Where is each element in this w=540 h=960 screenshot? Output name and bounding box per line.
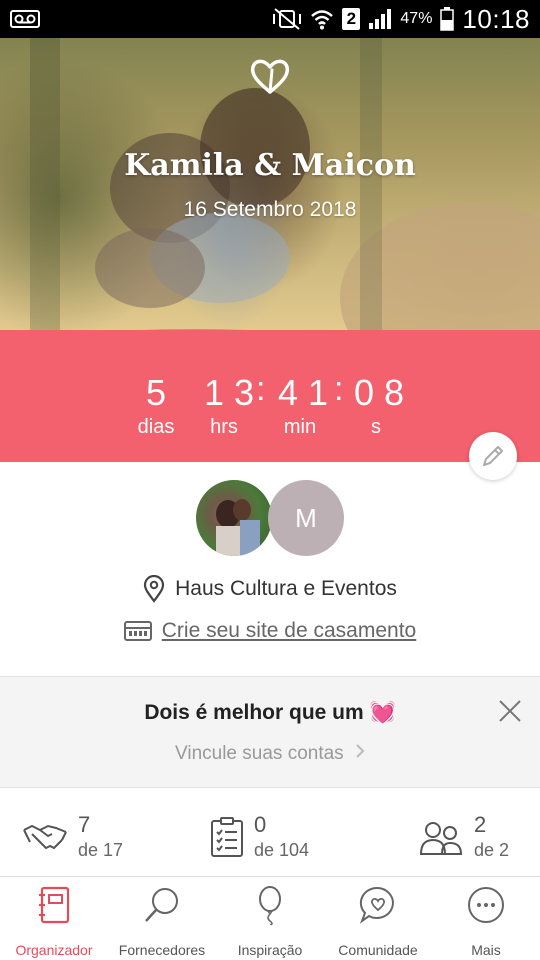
venue-row[interactable]: Haus Cultura e Eventos	[0, 572, 540, 606]
nav-vendors[interactable]: Fornecedores	[108, 885, 216, 958]
pencil-icon	[483, 446, 503, 466]
venue-name: Haus Cultura e Eventos	[175, 577, 397, 600]
organizer-icon	[39, 886, 70, 924]
nav-community[interactable]: Comunidade	[324, 885, 432, 958]
avatar-photo-art	[216, 499, 260, 556]
countdown-minutes: 41	[278, 372, 339, 413]
countdown-wave-edge	[0, 329, 540, 355]
vibrate-off-icon	[273, 8, 302, 30]
nav-organizer[interactable]: Organizador	[0, 885, 108, 958]
stat-total: de 104	[254, 840, 310, 860]
nav-inspiration[interactable]: Inspiração	[216, 885, 324, 958]
clock: 10:18	[462, 3, 530, 34]
countdown-minutes-label: min	[283, 416, 317, 438]
stat-value: 7	[78, 812, 91, 837]
website-icon	[123, 621, 152, 641]
stat-guests[interactable]: 2 de 2	[418, 812, 509, 862]
countdown-separator: :	[334, 370, 344, 408]
guests-icon	[419, 822, 463, 855]
location-pin-icon	[143, 575, 165, 603]
more-icon	[468, 887, 504, 923]
countdown-hours-label: hrs	[210, 416, 238, 438]
handshake-icon	[23, 824, 67, 850]
chevron-right-icon	[355, 743, 365, 765]
couple-names: Kamila & Maicon	[124, 148, 416, 183]
wifi-icon	[311, 10, 334, 30]
stat-total: de 2	[474, 840, 510, 860]
nav-label: Inspiração	[237, 942, 303, 958]
nav-label: Organizador	[15, 942, 93, 958]
app-screen: 2 47% 10:18 Kamila & Maicon 16 Setembro …	[0, 0, 540, 960]
heart-outline-icon	[250, 59, 290, 94]
link-accounts-banner: Dois é melhor que um 💓 Vincule suas cont…	[0, 676, 540, 788]
nav-label: Fornecedores	[118, 942, 206, 958]
search-icon	[145, 888, 178, 922]
stat-value: 2	[474, 812, 487, 837]
create-website-label: Crie seu site de casamento	[161, 619, 417, 642]
signal-icon	[369, 9, 392, 29]
avatar-photo[interactable]	[196, 480, 272, 556]
stat-total: de 17	[78, 840, 124, 860]
sim-indicator: 2	[342, 8, 361, 30]
banner-title: Dois é melhor que um 💓	[144, 701, 396, 724]
battery-percent: 47%	[400, 10, 433, 27]
avatar-initial[interactable]: M	[268, 480, 344, 556]
countdown-separator: :	[256, 370, 266, 408]
chat-heart-icon	[359, 886, 394, 924]
nav-more[interactable]: Mais	[432, 885, 540, 958]
countdown-days-label: dias	[137, 416, 175, 438]
bottom-navigation: Organizador Fornecedores Inspiração Comu…	[0, 876, 540, 960]
checklist-icon	[211, 817, 243, 857]
create-website-link[interactable]: Crie seu site de casamento	[0, 615, 540, 647]
countdown-seconds: 08	[354, 372, 415, 413]
countdown-days: 5	[146, 372, 177, 413]
progress-stats: 7 de 17 0 de 104 2 de 2	[0, 798, 540, 874]
hero-cover-photo[interactable]: Kamila & Maicon 16 Setembro 2018	[0, 38, 540, 338]
stat-value: 0	[254, 812, 267, 837]
link-accounts-label: Vincule suas contas	[175, 743, 344, 765]
close-icon[interactable]	[496, 697, 524, 725]
edit-button[interactable]	[469, 432, 517, 480]
link-accounts-link[interactable]: Vincule suas contas	[0, 743, 540, 765]
countdown-seconds-label: s	[371, 416, 381, 438]
status-bar: 2 47% 10:18	[0, 0, 540, 38]
nav-label: Mais	[471, 942, 501, 958]
stat-tasks[interactable]: 0 de 104	[210, 812, 309, 862]
stat-vendors[interactable]: 7 de 17	[22, 812, 123, 862]
balloon-icon	[259, 886, 281, 926]
voicemail-icon	[10, 10, 40, 28]
battery-icon	[440, 7, 455, 31]
nav-label: Comunidade	[338, 942, 418, 958]
wedding-date: 16 Setembro 2018	[183, 198, 357, 221]
